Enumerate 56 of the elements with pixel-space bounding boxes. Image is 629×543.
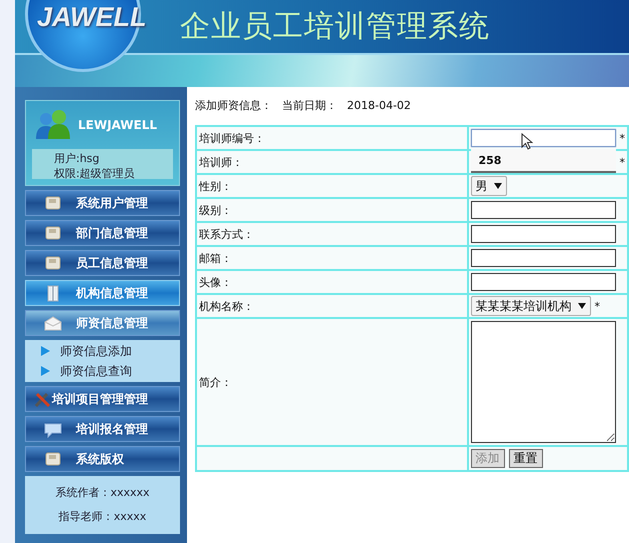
select-field[interactable]: 某某某某培训机构 [470,296,590,316]
menu-item[interactable]: 系统用户管理 [25,190,180,216]
field-label: 联系方式： [199,228,254,240]
menu-item[interactable]: 员工信息管理 [25,250,180,276]
menu-item[interactable]: 机构信息管理 [25,280,180,306]
menu-icon [44,194,62,212]
submenu-item[interactable]: 师资信息添加 [25,341,180,361]
copyright-text: 系统作者：xxxxxx [55,486,150,499]
menu-icon [44,224,62,242]
field-label: 培训师： [199,156,243,168]
menu-item[interactable]: 师资信息管理 [25,310,180,336]
field-label: 培训师编号： [199,132,265,144]
date-text: 2018-04-02 [347,98,411,112]
input-field[interactable] [470,273,616,291]
user-name: 用户:hsg [54,151,100,166]
input-field[interactable] [470,129,616,147]
input-field[interactable] [470,225,616,243]
required-mark: * [620,156,625,168]
submenu-item[interactable]: 师资信息查询 [25,361,180,381]
caret-icon [494,183,502,189]
date-label: 当前日期： [282,98,337,112]
select-field[interactable]: 男 [470,176,506,196]
input-field[interactable] [470,201,616,219]
menu-item[interactable]: 系统版权 [25,446,180,472]
menu-icon [44,314,62,332]
field-label: 简介： [199,376,232,388]
menu-item[interactable]: 培训项目管理管理 [25,386,180,412]
menu-icon [44,420,62,438]
form-button[interactable]: 重置 [508,449,542,468]
required-mark: * [620,132,625,144]
brand-text: LEWJAWELL [78,118,158,132]
cursor-icon [520,133,532,150]
triangle-icon [40,345,50,357]
menu-icon [34,390,52,408]
menu-icon [44,254,62,272]
user-role: 权限:超级管理员 [54,166,136,181]
field-label: 邮箱： [199,252,232,264]
required-mark: * [594,300,600,312]
form-heading: 添加师资信息： [195,98,272,112]
field-label: 性别： [199,180,232,192]
textarea-field[interactable] [470,321,616,443]
suggestion-item[interactable]: 258 [478,154,616,167]
users-icon [34,109,72,141]
menu-item[interactable]: 培训报名管理 [25,416,180,442]
copyright-text: 指导老师：xxxxx [58,510,146,523]
triangle-icon [40,365,50,377]
system-title: 企业员工培训管理系统 [180,8,490,46]
input-field[interactable] [470,249,616,267]
logo-text: JAWELL [37,2,147,33]
field-label: 级别： [199,204,232,216]
menu-icon [44,450,62,468]
field-label: 机构名称： [199,300,254,312]
menu-item[interactable]: 部门信息管理 [25,220,180,246]
caret-icon [578,303,586,309]
suggestion-list[interactable]: 258 [470,149,616,173]
field-label: 头像： [199,276,232,288]
